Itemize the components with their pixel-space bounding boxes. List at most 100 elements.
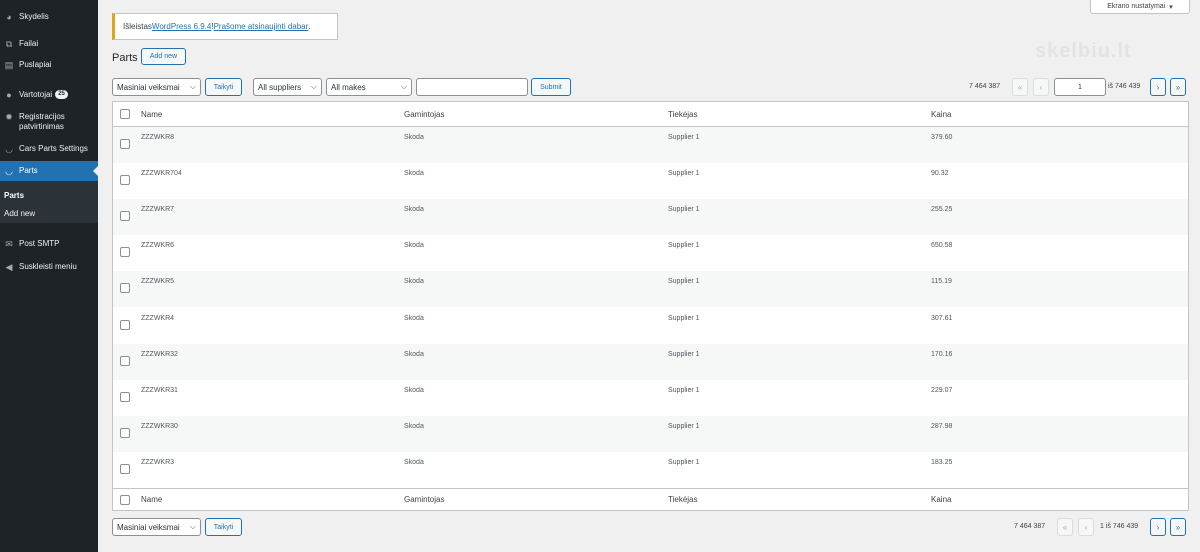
cell-name[interactable]: ZZZWKR704 (141, 170, 182, 177)
row-checkbox[interactable] (120, 139, 130, 149)
update-now-link[interactable]: Prašome atsinaujinti dabar (214, 22, 309, 31)
row-checkbox[interactable] (120, 175, 130, 186)
menu-label: Suskleisti meniu (19, 262, 77, 271)
make-filter-value: All makes (331, 82, 366, 92)
table-row: ZZZWKR31 Skoda Supplier 1 229.07 (113, 380, 1188, 416)
next-page-button[interactable]: › (1150, 78, 1166, 96)
cell-price: 307.61 (931, 314, 953, 322)
menu-item-post-smtp[interactable]: ✉ Post SMTP (0, 239, 98, 249)
cell-name[interactable]: ZZZWKR4 (141, 315, 174, 322)
cell-supplier: Supplier 1 (668, 278, 700, 286)
cell-price: 170.16 (931, 350, 953, 358)
submit-button[interactable]: Submit (531, 78, 571, 96)
search-input[interactable] (416, 78, 528, 96)
row-checkbox[interactable] (120, 247, 130, 258)
total-pages: iš 746 439 (1108, 83, 1141, 90)
last-page-button-bottom[interactable]: » (1170, 518, 1186, 536)
cell-price: 115.19 (931, 278, 952, 286)
row-checkbox[interactable] (120, 211, 130, 222)
add-new-button[interactable]: Add new (141, 48, 186, 65)
screen-options-label: Ekrano nustatymai (1107, 3, 1166, 10)
column-footer-name[interactable]: Name (141, 495, 162, 504)
chevron-down-icon: ▾ (1169, 3, 1173, 11)
menu-label: Skydelis (19, 12, 49, 21)
cell-manufacturer: Skoda (404, 206, 424, 214)
screen-options-button[interactable]: Ekrano nustatymai ▾ (1090, 0, 1190, 14)
cell-manufacturer: Skoda (404, 170, 424, 178)
table-row: ZZZWKR3 Skoda Supplier 1 183.25 (113, 452, 1188, 488)
cell-name[interactable]: ZZZWKR32 (141, 351, 178, 358)
watermark: skelbiu.lt (1035, 40, 1132, 62)
next-page-button-bottom[interactable]: › (1150, 518, 1166, 536)
users-icon: ● (6, 90, 12, 100)
cell-name[interactable]: ZZZWKR5 (141, 278, 174, 285)
row-checkbox[interactable] (120, 355, 130, 366)
current-page-input[interactable]: 1 (1054, 78, 1106, 96)
column-footer-manufacturer: Gamintojas (404, 495, 445, 504)
column-footer-supplier: Tiekėjas (668, 495, 698, 504)
pages-icon: ▤ (4, 60, 14, 70)
column-header-name[interactable]: Name (141, 110, 162, 119)
first-page-button[interactable]: « (1012, 78, 1028, 96)
menu-item-dashboard[interactable]: ◕ Skydelis (0, 12, 98, 22)
submenu-item-parts[interactable]: Parts (4, 191, 24, 200)
bulk-action-select-bottom[interactable]: Masiniai veiksmai ⌵ (112, 518, 201, 536)
cell-name[interactable]: ZZZWKR30 (141, 423, 178, 430)
menu-item-media[interactable]: ⧉ Failai (0, 39, 98, 49)
select-all-checkbox[interactable] (120, 494, 130, 505)
car-icon: ◡ (5, 144, 13, 154)
apply-button-bottom[interactable]: Taikyti (205, 518, 242, 536)
parts-table: Name Gamintojas Tiekėjas Kaina ZZZWKR8 Sk… (112, 101, 1189, 511)
cell-name[interactable]: ZZZWKR8 (141, 134, 174, 141)
table-row: ZZZWKR30 Skoda Supplier 1 287.98 (113, 415, 1188, 452)
gear-icon: ✹ (5, 112, 13, 122)
dashboard-icon: ◕ (6, 12, 12, 22)
menu-item-users[interactable]: ● Vartotojai 25 (0, 90, 98, 100)
apply-button[interactable]: Taikyti (205, 78, 242, 96)
menu-item-cars-parts-settings[interactable]: ◡ Cars Parts Settings (0, 144, 98, 154)
cell-manufacturer: Skoda (404, 278, 424, 286)
cell-price: 229.07 (931, 386, 953, 394)
chevron-down-icon: ⌵ (310, 82, 317, 91)
menu-item-registration-approval[interactable]: ✹ Registracijos patvirtinimas (0, 112, 96, 132)
select-all-checkbox[interactable] (120, 109, 130, 119)
menu-item-pages[interactable]: ▤ Puslapiai (0, 60, 98, 70)
menu-label: Post SMTP (19, 239, 60, 248)
row-checkbox[interactable] (120, 463, 130, 474)
menu-label: Vartotojai (19, 90, 53, 99)
row-checkbox[interactable] (120, 427, 130, 438)
row-checkbox[interactable] (120, 319, 130, 330)
notice-suffix: . (308, 22, 311, 31)
first-page-button-bottom[interactable]: « (1057, 518, 1073, 536)
menu-item-collapse[interactable]: ◀ Suskleisti meniu (0, 262, 98, 272)
supplier-filter-value: All suppliers (258, 82, 302, 92)
row-checkbox[interactable] (120, 391, 130, 402)
cell-name[interactable]: ZZZWKR7 (141, 206, 174, 213)
prev-page-button[interactable]: ‹ (1033, 78, 1049, 96)
menu-item-parts[interactable]: ◡ Parts (0, 161, 98, 181)
media-icon: ⧉ (5, 39, 13, 49)
cell-manufacturer: Skoda (404, 386, 424, 394)
supplier-filter-select[interactable]: All suppliers ⌵ (253, 78, 322, 96)
cell-name[interactable]: ZZZWKR6 (141, 242, 174, 249)
row-checkbox[interactable] (120, 283, 130, 294)
cell-supplier: Supplier 1 (668, 386, 700, 394)
cell-supplier: Supplier 1 (668, 314, 700, 322)
make-filter-select[interactable]: All makes ⌵ (326, 78, 412, 96)
cell-manufacturer: Skoda (404, 350, 424, 358)
wordpress-version-link[interactable]: WordPress 6.9.4 (152, 22, 211, 31)
submenu-item-add-new[interactable]: Add new (4, 209, 35, 218)
last-page-button[interactable]: » (1170, 78, 1186, 96)
table-row: ZZZWKR5 Skoda Supplier 1 115.19 (113, 271, 1188, 308)
bulk-action-value: Masiniai veiksmai (117, 522, 180, 532)
cell-supplier: Supplier 1 (668, 458, 700, 466)
table-row: ZZZWKR704 Skoda Supplier 1 90.32 (113, 163, 1188, 199)
cell-name[interactable]: ZZZWKR3 (141, 459, 174, 466)
cell-name[interactable]: ZZZWKR31 (141, 387, 178, 394)
bulk-action-select[interactable]: Masiniai veiksmai ⌵ (112, 78, 201, 96)
admin-sidebar: ◕ Skydelis ⧉ Failai ▤ Puslapiai ● Vartot… (0, 0, 98, 552)
items-count: 7 464 387 (969, 83, 1001, 90)
prev-page-button-bottom[interactable]: ‹ (1078, 518, 1094, 536)
table-row: ZZZWKR8 Skoda Supplier 1 379.60 (113, 127, 1188, 164)
table-row: ZZZWKR32 Skoda Supplier 1 170.16 (113, 343, 1188, 380)
